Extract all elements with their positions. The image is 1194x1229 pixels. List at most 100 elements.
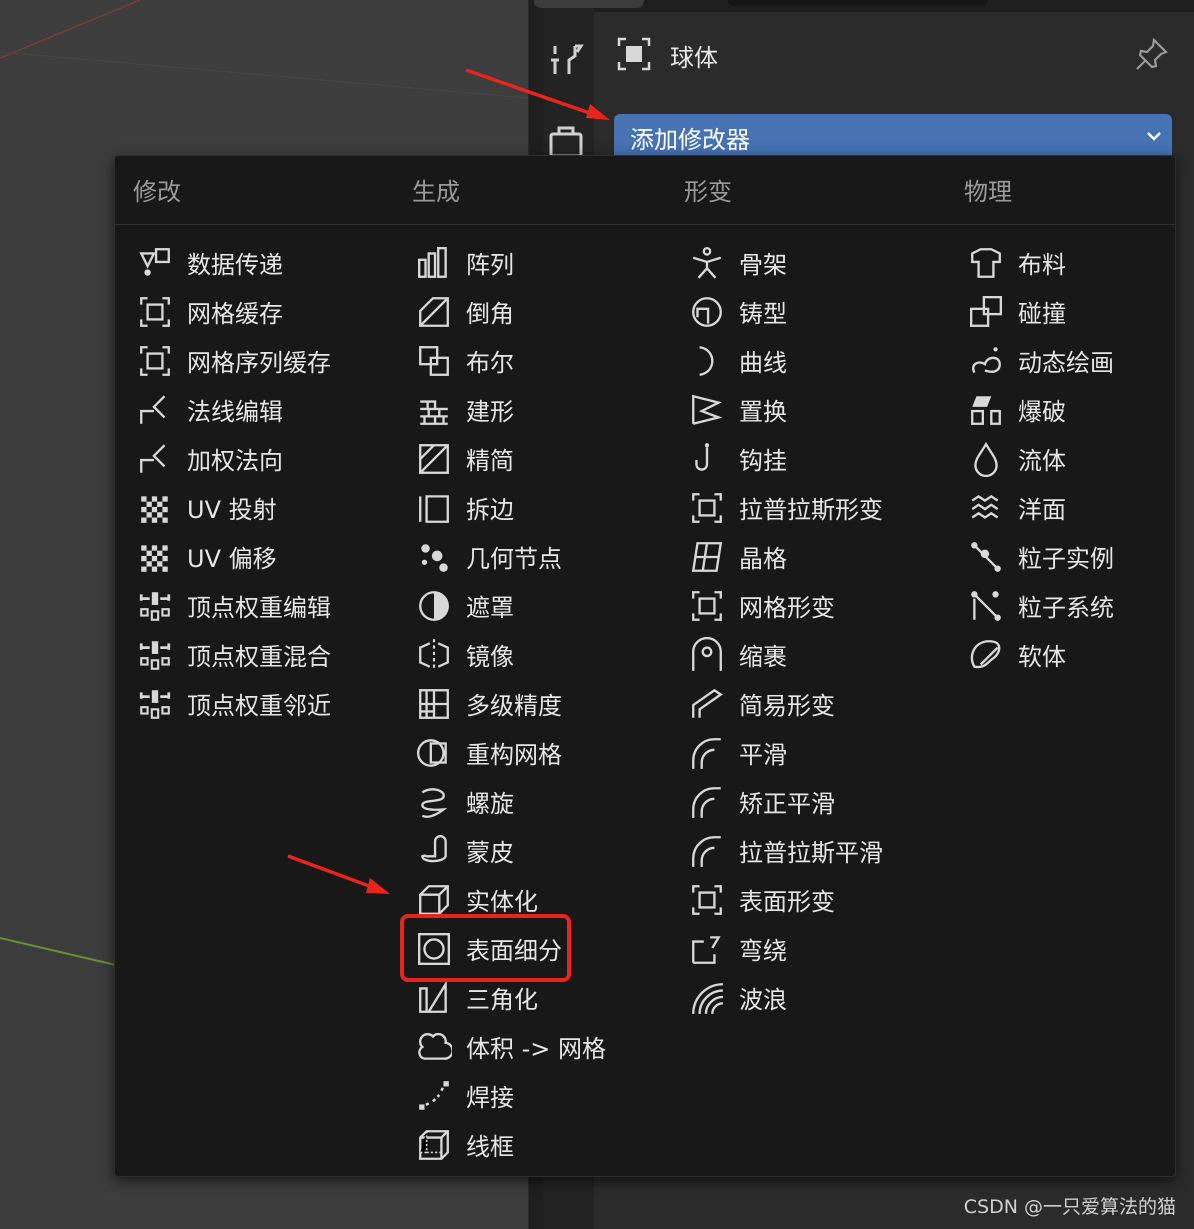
menu-item-multires[interactable]: 多级精度 bbox=[394, 679, 654, 728]
uv-warp-icon bbox=[141, 544, 168, 572]
menu-item-uv-project[interactable]: UV 投射 bbox=[115, 483, 375, 532]
menu-item-uv-warp[interactable]: UV 偏移 bbox=[115, 532, 375, 581]
menu-item-label: 粒子系统 bbox=[1018, 594, 1114, 622]
column-edit: 数据传递 网格缓存 网格序列缓存法线编辑加权法向 UV 投射 UV 偏移 顶点权重编辑 顶点… bbox=[115, 238, 375, 728]
menu-item-label: 置换 bbox=[739, 398, 787, 426]
menu-item-label: 蒙皮 bbox=[466, 839, 514, 867]
boolean-icon bbox=[419, 345, 449, 376]
menu-item-hook[interactable]: 钩挂 bbox=[667, 434, 927, 483]
object-name: 球体 bbox=[670, 44, 718, 72]
menu-item-curve[interactable]: 曲线 bbox=[667, 336, 927, 385]
menu-item-vertex-weight-mix[interactable]: 顶点权重混合 bbox=[115, 630, 375, 679]
menu-item-corrective-smooth[interactable]: 矫正平滑 bbox=[667, 777, 927, 826]
triangulate-icon bbox=[419, 979, 447, 1013]
menu-item-label: 三角化 bbox=[466, 986, 538, 1014]
menu-item-label: 多级精度 bbox=[466, 692, 562, 720]
menu-item-cloth[interactable]: 布料 bbox=[946, 238, 1194, 287]
menu-item-surface-deform[interactable]: 表面形变 bbox=[667, 875, 927, 924]
menu-item-displace[interactable]: 置换 bbox=[667, 385, 927, 434]
menu-item-vertex-weight-proximity[interactable]: 顶点权重邻近 bbox=[115, 679, 375, 728]
menu-item-weld[interactable]: 焊接 bbox=[394, 1071, 654, 1120]
menu-item-geometry-nodes[interactable]: 几何节点 bbox=[394, 532, 654, 581]
menu-item-label: 体积 -> 网格 bbox=[466, 1035, 607, 1063]
menu-item-build[interactable]: 建形 bbox=[394, 385, 654, 434]
category-deform: 形变 bbox=[684, 178, 732, 206]
menu-item-particle-system[interactable]: 粒子系统 bbox=[946, 581, 1194, 630]
menu-item-laplacian-deform[interactable]: 拉普拉斯形变 bbox=[667, 483, 927, 532]
menu-item-wave[interactable]: 波浪 bbox=[667, 973, 927, 1022]
column-generate: 阵列 倒角 布尔 建形 精简 拆边 几何节点 遮罩 镜像 多级精度 重构网格 螺旋 蒙皮 实体化 表面细分三… bbox=[394, 238, 654, 1169]
menu-item-soft-body[interactable]: 软体 bbox=[946, 630, 1194, 679]
menu-item-warp[interactable]: 弯绕 bbox=[667, 924, 927, 973]
menu-item-label: 表面形变 bbox=[739, 888, 835, 916]
editor-type-pill bbox=[534, 0, 644, 8]
uv-project-icon bbox=[141, 495, 168, 523]
menu-item-label: 爆破 bbox=[1018, 398, 1066, 426]
properties-search-field[interactable] bbox=[728, 0, 988, 6]
menu-item-label: 动态绘画 bbox=[1018, 349, 1114, 377]
menu-item-explode[interactable]: 爆破 bbox=[946, 385, 1194, 434]
menu-item-fluid[interactable]: 流体 bbox=[946, 434, 1194, 483]
menu-item-vertex-weight-edit[interactable]: 顶点权重编辑 bbox=[115, 581, 375, 630]
properties-header-bar bbox=[534, 0, 1194, 12]
menu-item-decimate[interactable]: 精简 bbox=[394, 434, 654, 483]
add-modifier-menu: 修改 生成 形变 物理 数据传递 网格缓存 网格序列缓存 法线编辑 加权法向 UV 投射 U… bbox=[114, 155, 1176, 1177]
menu-item-remesh[interactable]: 重构网格 bbox=[394, 728, 654, 777]
menu-item-particle-instance[interactable]: 粒子实例 bbox=[946, 532, 1194, 581]
add-modifier-button[interactable]: 添加修改器 bbox=[614, 114, 1172, 158]
menu-item-bevel[interactable]: 倒角 bbox=[394, 287, 654, 336]
menu-item-label: 遮罩 bbox=[466, 594, 514, 622]
menu-item-smooth[interactable]: 平滑 bbox=[667, 728, 927, 777]
menu-item-cast[interactable]: 铸型 bbox=[667, 287, 927, 336]
column-physics: 布料 碰撞动态绘画爆破流体洋面粒子实例粒子系统软体 bbox=[946, 238, 1194, 679]
menu-item-label: 法线编辑 bbox=[187, 398, 283, 426]
menu-item-label: 镜像 bbox=[466, 643, 514, 671]
menu-item-wireframe[interactable]: 线框 bbox=[394, 1120, 654, 1169]
menu-item-weighted-normal[interactable]: 加权法向 bbox=[115, 434, 375, 483]
menu-item-label: 布尔 bbox=[466, 349, 514, 377]
menu-item-label: 网格形变 bbox=[739, 594, 835, 622]
curve-icon bbox=[699, 345, 714, 376]
menu-item-edge-split[interactable]: 拆边 bbox=[394, 483, 654, 532]
menu-item-laplacian-smooth[interactable]: 拉普拉斯平滑 bbox=[667, 826, 927, 875]
menu-item-ocean[interactable]: 洋面 bbox=[946, 483, 1194, 532]
menu-item-label: 流体 bbox=[1018, 447, 1066, 475]
menu-item-screw[interactable]: 螺旋 bbox=[394, 777, 654, 826]
menu-item-mesh-cache[interactable]: 网格缓存 bbox=[115, 287, 375, 336]
mesh-sequence-cache-icon bbox=[140, 345, 170, 376]
menu-item-normal-edit[interactable]: 法线编辑 bbox=[115, 385, 375, 434]
menu-item-mesh-deform[interactable]: 网格形变 bbox=[667, 581, 927, 630]
chevron-down-icon bbox=[1147, 132, 1161, 141]
menu-item-label: 线框 bbox=[466, 1133, 514, 1161]
menu-item-label: 粒子实例 bbox=[1018, 545, 1114, 573]
object-header: 球体 bbox=[594, 24, 1194, 84]
menu-item-simple-deform[interactable]: 简易形变 bbox=[667, 679, 927, 728]
menu-item-mesh-sequence-cache[interactable]: 网格序列缓存 bbox=[115, 336, 375, 385]
menu-item-lattice[interactable]: 晶格 bbox=[667, 532, 927, 581]
menu-item-label: 拉普拉斯形变 bbox=[739, 496, 883, 524]
menu-item-array[interactable]: 阵列 bbox=[394, 238, 654, 287]
tool-wrench-icon[interactable] bbox=[547, 40, 587, 80]
menu-item-collision[interactable]: 碰撞 bbox=[946, 287, 1194, 336]
menu-item-label: 弯绕 bbox=[739, 937, 787, 965]
multires-icon bbox=[419, 688, 449, 719]
menu-item-boolean[interactable]: 布尔 bbox=[394, 336, 654, 385]
menu-item-mask[interactable]: 遮罩 bbox=[394, 581, 654, 630]
menu-item-skin[interactable]: 蒙皮 bbox=[394, 826, 654, 875]
menu-item-label: 铸型 bbox=[739, 300, 787, 328]
menu-item-dynamic-paint[interactable]: 动态绘画 bbox=[946, 336, 1194, 385]
screw-icon bbox=[421, 787, 448, 818]
pin-icon[interactable] bbox=[1134, 36, 1170, 72]
menu-item-data-transfer[interactable]: 数据传递 bbox=[115, 238, 375, 287]
menu-item-mirror[interactable]: 镜像 bbox=[394, 630, 654, 679]
category-physics: 物理 bbox=[964, 178, 1012, 206]
menu-item-label: 骨架 bbox=[739, 251, 787, 279]
add-modifier-label: 添加修改器 bbox=[630, 126, 750, 154]
menu-item-label: 曲线 bbox=[739, 349, 787, 377]
cast-icon bbox=[692, 296, 722, 327]
menu-item-label: 拆边 bbox=[466, 496, 514, 524]
data-transfer-icon bbox=[139, 247, 170, 276]
menu-item-armature[interactable]: 骨架 bbox=[667, 238, 927, 287]
menu-item-volume-to-mesh[interactable]: 体积 -> 网格 bbox=[394, 1022, 654, 1071]
menu-item-shrinkwrap[interactable]: 缩裹 bbox=[667, 630, 927, 679]
